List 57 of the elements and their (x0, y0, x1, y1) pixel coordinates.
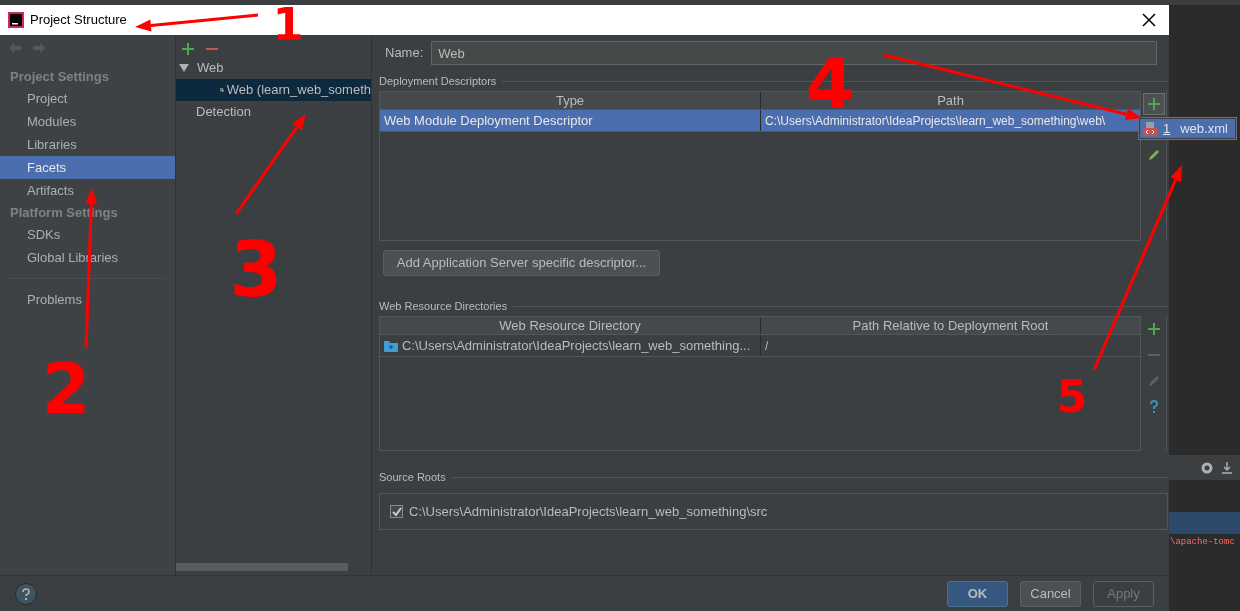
add-icon (1147, 98, 1160, 110)
menu-item-index: 1 (1163, 119, 1171, 138)
checkbox[interactable] (390, 505, 403, 518)
dialog-button[interactable]: OK (947, 580, 1008, 607)
section-title: Deployment Descriptors (379, 73, 497, 89)
xml-file-icon (1143, 121, 1157, 136)
section-heading: Project Settings (9, 67, 110, 86)
sidebar-item[interactable]: Libraries (0, 133, 175, 156)
sidebar-item[interactable]: Modules (0, 110, 175, 133)
sidebar-item[interactable]: Problems (0, 288, 175, 311)
table-row[interactable]: C:\Users\Administrator\IdeaProjects\learn_web_something... / (380, 335, 1140, 357)
console-text: \apache-tomc (1170, 536, 1235, 550)
table-cell-text: C:\Users\Administrator\IdeaProjects\learn_web_something... (402, 336, 751, 355)
checkmark-icon (391, 506, 402, 517)
toolbar-button[interactable] (1142, 93, 1165, 115)
field-label: Name: (385, 44, 424, 63)
dialog-button[interactable]: Cancel (1020, 580, 1081, 607)
add-icon (1147, 323, 1160, 335)
pencil-icon (1147, 375, 1160, 387)
window-title: Project Structure (30, 11, 127, 30)
annotation-number: 3 (229, 225, 283, 314)
sidebar-item[interactable]: Project (0, 87, 175, 110)
help-icon (21, 587, 31, 600)
menu-item-label: web.xml (1180, 119, 1228, 138)
app-icon (8, 12, 24, 28)
folder-icon (384, 339, 398, 352)
close-icon (1142, 13, 1156, 27)
tree-row[interactable]: Web (learn_web_someth (176, 79, 371, 101)
table-cell-text: / (765, 337, 769, 355)
annotation-number: 2 (41, 348, 91, 430)
column-header[interactable]: Web Resource Directory (380, 317, 761, 334)
tree-item-label: Detection (196, 103, 251, 122)
column-header[interactable]: Path Relative to Deployment Root (761, 317, 1140, 334)
section-title: Source Roots (379, 469, 446, 485)
annotation-number: 5 (1056, 371, 1088, 422)
horizontal-scrollbar[interactable] (176, 563, 348, 571)
sidebar-item[interactable]: SDKs (0, 223, 175, 246)
tree-item-label: Web (197, 59, 224, 78)
tree-row[interactable]: Detection (176, 101, 371, 123)
help-icon (1147, 400, 1160, 414)
tree-row[interactable]: Web (176, 57, 371, 79)
source-root-path: C:\Users\Administrator\IdeaProjects\learn_web_something\src (409, 502, 768, 521)
pencil-icon (1147, 149, 1160, 161)
menu-item[interactable]: 1 web.xml (1140, 119, 1235, 138)
add-icon (182, 43, 194, 55)
tree-item-label: Web (learn_web_someth (226, 81, 371, 100)
table-cell-text: C:\Users\Administrator\IdeaProjects\learn_web_something\web\ (765, 112, 1106, 130)
add-descriptor-button[interactable]: Add Application Server specific descriptor... (383, 250, 660, 276)
console-highlight (1169, 512, 1240, 534)
download-icon (1222, 461, 1232, 474)
sidebar-item[interactable]: Artifacts (0, 179, 175, 202)
help-button[interactable] (15, 582, 37, 605)
table-row[interactable]: Web Module Deployment Descriptor C:\Users\Administrator\IdeaProjects\learn_web_something\web\ (380, 110, 1140, 132)
section-title: Web Resource Directories (379, 298, 508, 314)
column-header[interactable]: Type (380, 92, 761, 109)
table-cell-text: Web Module Deployment Descriptor (384, 111, 593, 130)
sidebar-item[interactable]: Facets (0, 156, 175, 179)
